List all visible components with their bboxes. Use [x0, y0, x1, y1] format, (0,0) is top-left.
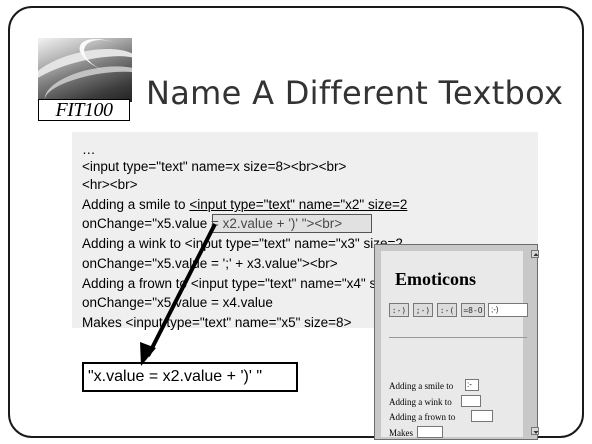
- emoticons-title: Emoticons: [395, 269, 476, 289]
- code-line: onChange="x5.value = ';' + x3.value"><br…: [82, 256, 338, 271]
- wink-button[interactable]: ;-): [413, 303, 433, 317]
- wave-photo-icon: [38, 38, 132, 102]
- scroll-up-button[interactable]: [531, 250, 539, 258]
- fit100-logo: FIT100: [38, 38, 132, 121]
- wink-row: Adding a wink to: [389, 395, 529, 409]
- frown-row: Adding a frown to: [389, 410, 529, 424]
- makes-label: Makes: [389, 428, 413, 438]
- code-line: onChange="x5.value = x4.value: [82, 295, 273, 310]
- slide-title: Name A Different Textbox: [146, 74, 564, 112]
- code-line: …: [82, 142, 96, 157]
- makes-row: Makes: [389, 426, 529, 440]
- logo-text: FIT100: [38, 99, 130, 121]
- code-text: Adding a smile to: [82, 197, 190, 212]
- surprise-button[interactable]: =8-O: [461, 303, 485, 317]
- emoticons-browser-window: Emoticons :-) ;-) :-( =8-O ;-) Adding a …: [374, 244, 539, 440]
- code-line: <input type="text" name=x size=8><br><br…: [82, 159, 347, 174]
- frown-label: Adding a frown to: [389, 412, 456, 422]
- wink-input[interactable]: [461, 395, 481, 407]
- code-line: Adding a frown to <input type="text" nam…: [82, 276, 409, 291]
- divider: [389, 337, 527, 338]
- wink-label: Adding a wink to: [389, 397, 452, 407]
- code-line: Adding a smile to <input type="text" nam…: [82, 197, 407, 213]
- emoticon-output-field[interactable]: ;-): [488, 303, 528, 317]
- code-line: Adding a wink to <input type="text" name…: [82, 236, 403, 251]
- code-line: <hr><br>: [82, 177, 138, 192]
- arrow-down-icon: [533, 431, 539, 434]
- makes-input[interactable]: [417, 426, 443, 438]
- frown-button[interactable]: :-(: [437, 303, 457, 317]
- smile-input[interactable]: :-: [465, 379, 479, 391]
- arrow-up-icon: [533, 253, 539, 256]
- smile-row: Adding a smile to :-: [389, 379, 529, 393]
- scroll-down-button[interactable]: [531, 427, 539, 435]
- code-highlight: [212, 214, 372, 233]
- frown-input[interactable]: [471, 410, 493, 422]
- code-text: <input type="text" name="x2" size=2: [189, 197, 408, 212]
- smile-button[interactable]: :-): [389, 303, 409, 317]
- smile-label: Adding a smile to: [389, 381, 454, 391]
- callout-box: "x.value = x2.value + ')' ": [82, 362, 298, 392]
- code-line: Makes <input type="text" name="x5" size=…: [82, 315, 352, 330]
- code-text: onChange=": [82, 216, 157, 231]
- emoticons-page: Emoticons :-) ;-) :-( =8-O ;-) Adding a …: [381, 251, 528, 438]
